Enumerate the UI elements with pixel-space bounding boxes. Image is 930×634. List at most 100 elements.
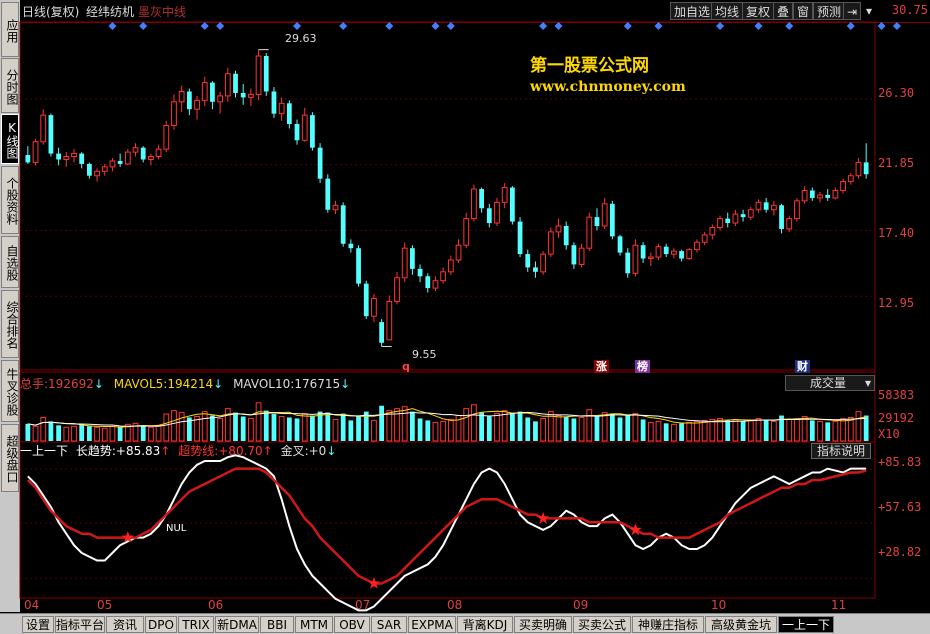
indicator-tab[interactable]: 买卖明确 <box>514 616 572 633</box>
mavol10-value: 176715 <box>294 377 341 391</box>
candle-body <box>740 214 746 218</box>
candle-body <box>247 93 254 98</box>
volume-bar <box>855 411 862 442</box>
indicator-tab[interactable]: 背离KDJ <box>457 616 513 633</box>
kline-chart[interactable] <box>0 0 930 612</box>
volume-bar <box>263 410 269 441</box>
volume-bar <box>101 427 108 442</box>
x-tick: 05 <box>97 598 113 612</box>
volume-bar <box>48 421 54 441</box>
high-annotation: 29.63 <box>285 32 317 45</box>
candle-body <box>363 283 369 317</box>
indicator-tab[interactable]: 高级黄金坑 <box>705 616 777 633</box>
volume-bar <box>425 420 431 441</box>
indicator-help-button[interactable]: 指标说明 <box>811 443 871 459</box>
x-tick: 07 <box>355 598 371 612</box>
candle-body <box>779 205 784 229</box>
candle-body <box>124 151 131 165</box>
side-tab-8[interactable]: 超级盘口 <box>1 424 19 492</box>
indicator-title[interactable]: 一上一下 <box>20 444 68 458</box>
candle-body <box>278 102 285 115</box>
signal-diamond <box>846 22 855 30</box>
indicator-tab[interactable]: 指标平台 <box>55 616 105 633</box>
volume-bar <box>148 426 154 442</box>
volume-bar <box>540 417 547 442</box>
side-tab-2[interactable]: 分时图 <box>1 58 19 113</box>
candle-body <box>286 103 292 124</box>
candle-body <box>40 114 47 143</box>
candle-body <box>601 203 608 227</box>
candle-body <box>79 153 85 164</box>
candle-body <box>310 115 315 148</box>
volume-bar <box>94 426 100 442</box>
side-tab-4[interactable]: 个股资料 <box>1 166 19 234</box>
side-tab-5[interactable]: 自选股 <box>1 236 19 288</box>
volume-bar <box>286 417 292 441</box>
up-arrow-icon: ↑ <box>160 444 171 458</box>
candle-body <box>148 156 154 160</box>
candle-body <box>840 181 846 192</box>
x-tick: 04 <box>24 598 40 612</box>
candle-body <box>809 190 815 198</box>
indicator-tab[interactable]: MTM <box>295 616 333 633</box>
volume-bar <box>471 404 477 442</box>
candle-body <box>494 201 500 224</box>
watermark-url: www.chnmoney.com <box>530 79 686 95</box>
down-arrow-icon: ↓ <box>340 377 351 391</box>
indicator-tab[interactable]: EXPMA <box>408 616 456 633</box>
down-arrow-icon: ↓ <box>213 377 224 391</box>
indicator-tab[interactable]: OBV <box>334 616 370 633</box>
candle-body <box>571 245 577 265</box>
volume-bar <box>770 420 777 442</box>
x-tick: 11 <box>831 598 847 612</box>
price-tick: 12.95 <box>878 296 915 310</box>
candle-body <box>240 92 246 98</box>
indicator-tab[interactable]: 一上一下 <box>778 616 834 633</box>
candle-body <box>755 201 762 211</box>
volume-bar <box>255 402 262 442</box>
vol-value: 192692 <box>48 377 94 391</box>
signal-diamond <box>785 22 794 30</box>
volume-bar <box>240 416 246 441</box>
event-mark[interactable]: q <box>400 360 412 373</box>
candle-body <box>694 241 700 251</box>
volume-bar <box>247 417 254 442</box>
volume-dropdown[interactable]: 成交量 ▾ <box>785 375 875 391</box>
side-tab-3[interactable]: K线图 <box>1 114 19 164</box>
volume-bar <box>210 415 215 441</box>
volume-bar <box>509 412 515 441</box>
volume-bar <box>432 421 439 442</box>
candle-body <box>440 271 447 282</box>
volume-bar <box>701 419 708 442</box>
candle-body <box>432 280 439 289</box>
candle-body <box>455 244 462 261</box>
volume-bar <box>763 420 769 441</box>
side-tab-7[interactable]: 牛叉诊股 <box>1 360 19 422</box>
candle-body <box>325 178 331 210</box>
volume-bar <box>410 411 415 441</box>
candle-body <box>471 188 477 220</box>
candle-body <box>94 170 100 177</box>
volume-bar <box>647 421 654 442</box>
candle-body <box>386 300 393 341</box>
indicator-tab[interactable]: DPO <box>145 616 177 633</box>
event-mark[interactable]: 涨 <box>594 360 609 373</box>
indicator-tab[interactable]: BBI <box>260 616 294 633</box>
event-mark[interactable]: 财 <box>795 360 810 373</box>
indicator-tab[interactable]: 买卖公式 <box>573 616 631 633</box>
indicator-tab[interactable]: 新DMA <box>215 616 259 633</box>
candle-body <box>609 203 615 237</box>
candle-body <box>586 216 593 249</box>
side-tab-1[interactable]: 应用 <box>1 2 19 57</box>
indicator-tab[interactable]: 设置 <box>22 616 54 633</box>
indicator-tab[interactable]: 资讯 <box>106 616 144 633</box>
indicator-tab[interactable]: 神赚庄指标 <box>632 616 704 633</box>
event-mark[interactable]: 榜 <box>635 360 650 373</box>
trend-line-value: +80.70 <box>218 444 263 458</box>
side-tab-6[interactable]: 综合排名 <box>1 290 19 358</box>
indicator-tab[interactable]: TRIX <box>178 616 214 633</box>
indicator-tab[interactable]: SAR <box>371 616 407 633</box>
volume-bar <box>809 420 815 441</box>
signal-diamond <box>339 22 348 30</box>
vol-axis-tick: 29192 <box>878 411 915 425</box>
